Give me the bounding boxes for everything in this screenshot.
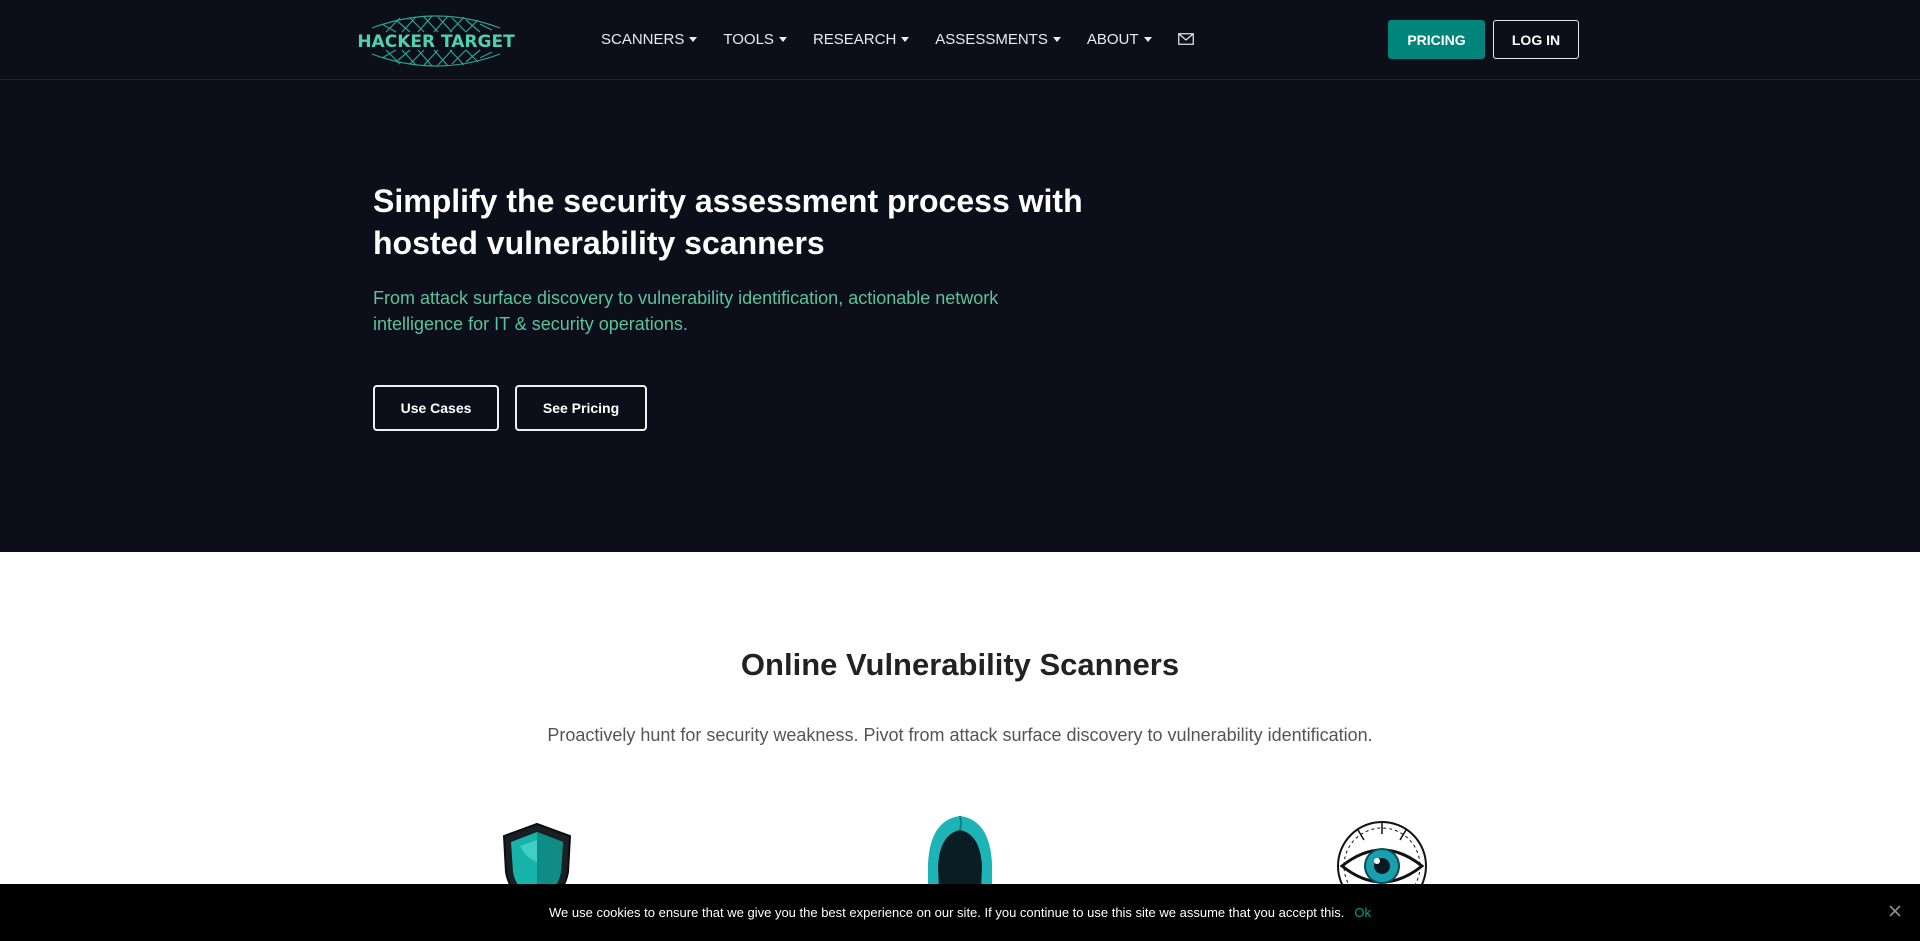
see-pricing-button[interactable]: See Pricing <box>515 385 647 431</box>
caret-down-icon <box>778 37 787 42</box>
nav-assessments[interactable]: ASSESSMENTS <box>935 31 1061 48</box>
caret-down-icon <box>901 37 910 42</box>
hacker-target-logo[interactable]: HACKER TARGET <box>356 10 516 70</box>
hero-title: Simplify the security assessment process… <box>373 183 1083 261</box>
pricing-button[interactable]: PRICING <box>1388 20 1485 59</box>
login-button[interactable]: LOG IN <box>1493 20 1579 59</box>
svg-text:HACKER TARGET: HACKER TARGET <box>357 32 515 52</box>
main-nav: SCANNERS TOOLS RESEARCH ASSESSMENTS ABOU… <box>601 0 1220 78</box>
hero-section: Simplify the security assessment process… <box>0 80 1920 552</box>
nav-research-label: RESEARCH <box>812 30 897 48</box>
use-cases-button[interactable]: Use Cases <box>373 385 499 431</box>
nav-research[interactable]: RESEARCH <box>812 30 910 48</box>
nav-assessments-label: ASSESSMENTS <box>935 30 1048 48</box>
nav-tools-label: TOOLS <box>723 30 774 48</box>
nav-about[interactable]: ABOUT <box>1087 31 1152 48</box>
nav-scanners[interactable]: SCANNERS <box>601 30 698 48</box>
nav-about-label: ABOUT <box>1086 30 1139 48</box>
nav-tools[interactable]: TOOLS <box>723 31 787 48</box>
caret-down-icon <box>1143 37 1152 42</box>
cookie-consent-bar: We use cookies to ensure that we give yo… <box>0 884 1920 941</box>
logo-globe-graphic: HACKER TARGET <box>357 15 515 67</box>
nav-scanners-label: SCANNERS <box>601 30 685 48</box>
hero-subtitle: From attack surface discovery to vulnera… <box>373 288 999 334</box>
top-navigation-bar: HACKER TARGET SCANNERS TOOLS RESEARCH AS… <box>0 0 1920 80</box>
caret-down-icon <box>689 37 698 42</box>
scanners-section-subtitle: Proactively hunt for security weakness. … <box>547 725 1373 745</box>
scanners-section-title: Online Vulnerability Scanners <box>740 647 1180 682</box>
caret-down-icon <box>1052 37 1061 42</box>
cookie-ok-link[interactable]: Ok <box>1354 905 1371 920</box>
close-icon[interactable] <box>1888 904 1902 918</box>
mail-icon <box>1177 33 1194 45</box>
nav-contact[interactable] <box>1177 33 1194 45</box>
cookie-notice-text: We use cookies to ensure that we give yo… <box>549 905 1345 920</box>
